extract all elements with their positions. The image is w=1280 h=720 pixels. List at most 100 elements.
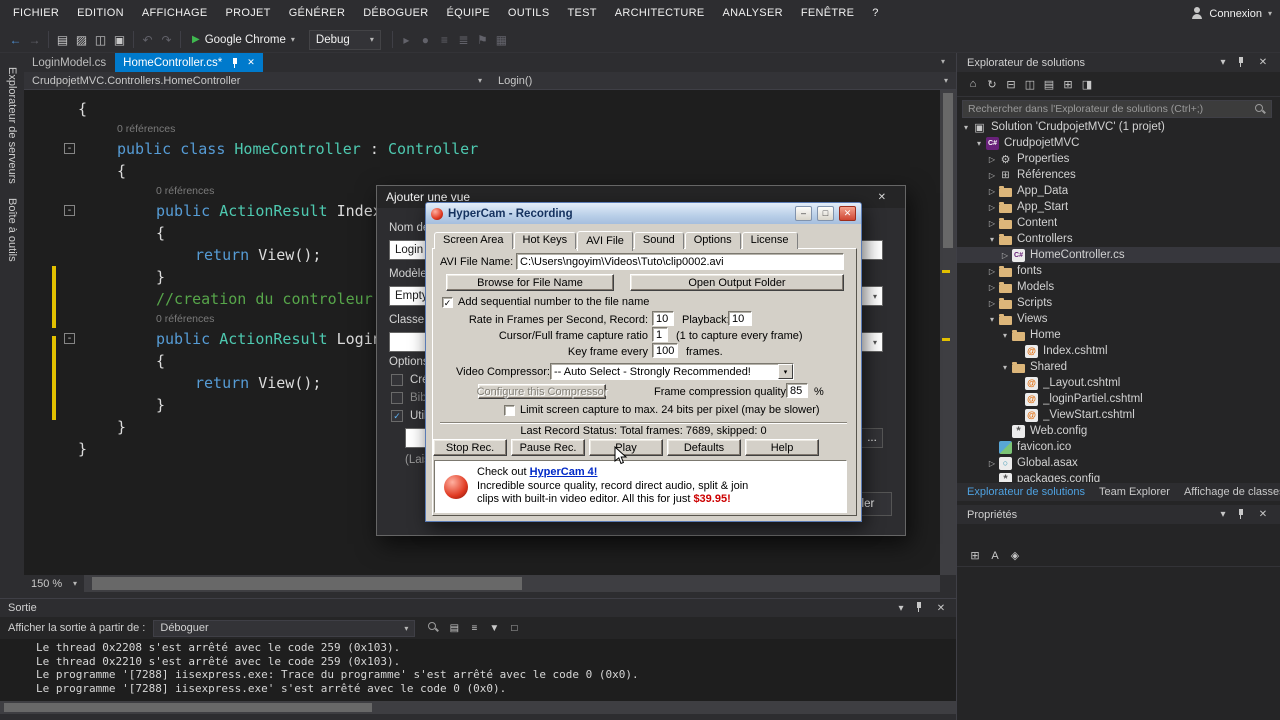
tree-item-fonts[interactable]: ▷ fonts: [957, 263, 1280, 279]
navigate-forward-icon[interactable]: →: [25, 29, 44, 50]
record-rate-input[interactable]: 10: [652, 311, 674, 326]
window-position-icon[interactable]: ▾: [1216, 56, 1230, 70]
hypercam-tab-options[interactable]: Options: [684, 232, 741, 249]
indent-icon[interactable]: ▦: [492, 29, 511, 50]
pin-icon[interactable]: [1236, 56, 1250, 70]
stop-icon[interactable]: □: [507, 621, 521, 635]
fold-collapse-icon[interactable]: -: [64, 205, 75, 216]
hypercam-tab-license[interactable]: License: [741, 232, 798, 249]
close-icon[interactable]: ✕: [878, 192, 886, 203]
close-icon[interactable]: ✕: [934, 601, 948, 615]
quality-input[interactable]: 85: [786, 383, 808, 398]
tree-item-r-f-rences[interactable]: ▷ ⊞ Références: [957, 167, 1280, 183]
configure-compressor-button[interactable]: Configure this Compressor: [477, 384, 607, 399]
home-icon[interactable]: ⌂: [965, 75, 981, 93]
hypercam-tab-screen-area[interactable]: Screen Area: [434, 232, 513, 249]
refresh-icon[interactable]: ⊞: [1060, 75, 1076, 93]
tree-collapsed-icon[interactable]: ▷: [986, 299, 998, 308]
properties-window-icon[interactable]: ◫: [1022, 75, 1038, 93]
scrollbar-thumb[interactable]: [92, 577, 522, 590]
pin-icon[interactable]: [1236, 508, 1250, 522]
menu-analyser[interactable]: ANALYSER: [714, 0, 792, 27]
tree-item-scripts[interactable]: ▷ Scripts: [957, 295, 1280, 311]
tree-item-solution-crudpojetmvc-1-projet[interactable]: ▾ ▣ Solution 'CrudpojetMVC' (1 projet): [957, 119, 1280, 135]
tree-item-controllers[interactable]: ▾ Controllers: [957, 231, 1280, 247]
save-icon[interactable]: ◫: [91, 29, 110, 50]
output-text[interactable]: Le thread 0x2208 s'est arrêté avec le co…: [0, 639, 956, 695]
tree-item-content[interactable]: ▷ Content: [957, 215, 1280, 231]
fold-collapse-icon[interactable]: -: [64, 143, 75, 154]
tree-collapsed-icon[interactable]: ▷: [986, 219, 998, 228]
redo-icon[interactable]: ↷: [157, 29, 176, 50]
tree-collapsed-icon[interactable]: ▷: [986, 283, 998, 292]
collapse-all-icon[interactable]: ⊟: [1003, 75, 1019, 93]
scrollbar-thumb[interactable]: [943, 93, 953, 248]
preview-icon[interactable]: ◨: [1079, 75, 1095, 93]
fold-collapse-icon[interactable]: -: [64, 333, 75, 344]
tree-item-properties[interactable]: ▷ ⚙ Properties: [957, 151, 1280, 167]
browse-layout-button[interactable]: ...: [861, 428, 883, 448]
menu-d-boguer[interactable]: DÉBOGUER: [354, 0, 437, 27]
type-dropdown[interactable]: CrudpojetMVC.Controllers.HomeController …: [24, 72, 490, 89]
window-position-icon[interactable]: ▾: [894, 601, 908, 615]
hypercam-tab-avi-file[interactable]: AVI File: [577, 231, 633, 251]
minimize-icon[interactable]: –: [795, 206, 812, 221]
tree-expanded-icon[interactable]: ▾: [986, 235, 998, 244]
editor-horizontal-scrollbar[interactable]: [84, 575, 940, 592]
tool-tab-team-explorer[interactable]: Team Explorer: [1099, 486, 1170, 498]
tree-item-layout-cshtml[interactable]: @ _Layout.cshtml: [957, 375, 1280, 391]
limit-bits-checkbox[interactable]: Limit screen capture to max. 24 bits per…: [504, 404, 820, 416]
tree-item-favicon-ico[interactable]: favicon.ico: [957, 439, 1280, 455]
tree-collapsed-icon[interactable]: ▷: [986, 187, 998, 196]
tree-item-global-asax[interactable]: ▷ ○ Global.asax: [957, 455, 1280, 471]
goto-message-icon[interactable]: ▼: [487, 621, 501, 635]
property-pages-icon[interactable]: ◈: [1007, 548, 1023, 564]
tree-collapsed-icon[interactable]: ▷: [986, 155, 998, 164]
video-compressor-dropdown[interactable]: -- Auto Select - Strongly Recommended! ▾: [550, 363, 794, 380]
close-icon[interactable]: ✕: [247, 57, 255, 68]
tree-expanded-icon[interactable]: ▾: [960, 123, 972, 132]
tree-expanded-icon[interactable]: ▾: [986, 315, 998, 324]
navigate-back-icon[interactable]: ←: [6, 29, 25, 50]
tree-collapsed-icon[interactable]: ▷: [986, 171, 998, 180]
tree-item-index-cshtml[interactable]: @ Index.cshtml: [957, 343, 1280, 359]
hypercam-button-defaults[interactable]: Defaults: [667, 439, 741, 456]
save-all-icon[interactable]: ▣: [110, 29, 129, 50]
close-icon[interactable]: ✕: [1256, 508, 1270, 522]
menu-projet[interactable]: PROJET: [216, 0, 279, 27]
open-output-folder-button[interactable]: Open Output Folder: [630, 274, 844, 291]
sync-with-active-document-icon[interactable]: ↻: [984, 75, 1000, 93]
member-dropdown[interactable]: Login() ▾: [490, 72, 956, 89]
menu-g-n-rer[interactable]: GÉNÉRER: [280, 0, 355, 27]
new-file-icon[interactable]: ▤: [53, 29, 72, 50]
cursor-ratio-input[interactable]: 1: [652, 327, 668, 342]
solution-explorer-search[interactable]: Rechercher dans l'Explorateur de solutio…: [962, 100, 1272, 118]
hypercam-button-help[interactable]: Help: [745, 439, 819, 456]
avi-file-name-input[interactable]: C:\Users\ngoyim\Videos\Tuto\clip0002.avi: [516, 253, 844, 270]
tab-homecontroller-cs[interactable]: HomeController.cs* ✕: [115, 53, 263, 72]
word-wrap-icon[interactable]: ≡: [467, 621, 481, 635]
tree-item-views[interactable]: ▾ Views: [957, 311, 1280, 327]
tab-loginmodel-cs[interactable]: LoginModel.cs: [24, 53, 114, 72]
menu-affichage[interactable]: AFFICHAGE: [133, 0, 217, 27]
close-icon[interactable]: ✕: [1256, 56, 1270, 70]
tree-collapsed-icon[interactable]: ▷: [999, 251, 1011, 260]
scrollbar-thumb[interactable]: [4, 703, 372, 712]
hypercam-tab-hot-keys[interactable]: Hot Keys: [513, 232, 577, 249]
tool-tab-affichage-de-classes[interactable]: Affichage de classes: [1184, 486, 1280, 498]
tree-item-packages-config[interactable]: * packages.config: [957, 471, 1280, 482]
uncomment-icon[interactable]: ≣: [454, 29, 473, 50]
bookmark-icon[interactable]: ⚑: [473, 29, 492, 50]
tool-tab-explorateur-de-solutions[interactable]: Explorateur de solutions: [967, 486, 1085, 498]
show-all-files-icon[interactable]: ▤: [1041, 75, 1057, 93]
hypercam4-link[interactable]: HyperCam 4!: [530, 466, 598, 478]
tree-expanded-icon[interactable]: ▾: [999, 331, 1011, 340]
pin-icon[interactable]: [230, 57, 240, 69]
menu-edition[interactable]: EDITION: [68, 0, 133, 27]
document-well-dropdown[interactable]: ▾: [941, 57, 945, 66]
editor-vertical-scrollbar[interactable]: [940, 90, 956, 575]
pin-icon[interactable]: [914, 601, 928, 615]
search-icon[interactable]: [1254, 103, 1266, 115]
output-horizontal-scrollbar[interactable]: [0, 701, 956, 714]
tree-collapsed-icon[interactable]: ▷: [986, 203, 998, 212]
